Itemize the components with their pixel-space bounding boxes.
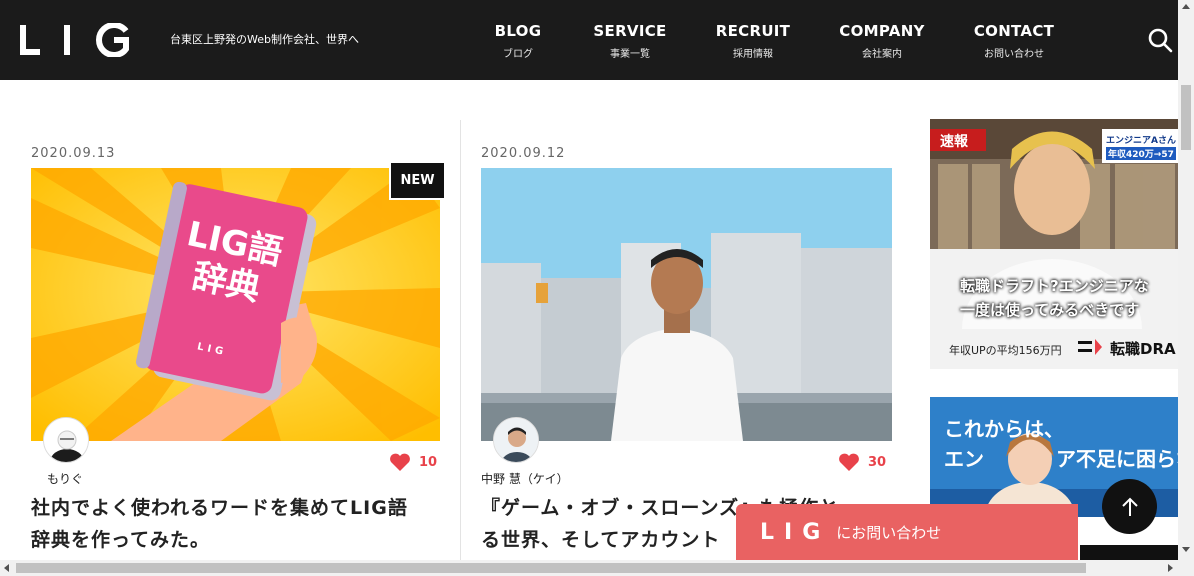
photo-man-rooftop <box>481 168 892 441</box>
ad-footer-right: 転職DRA <box>1110 340 1176 358</box>
scrollbar-thumb[interactable] <box>1181 85 1191 150</box>
scroll-left-arrow-icon[interactable] <box>4 564 9 572</box>
vertical-scrollbar[interactable] <box>1178 0 1194 576</box>
ad-headline-line: ア不足に困らな <box>1056 447 1178 471</box>
article-title-line: 社内でよく使われるワードを集めてLIG語 <box>31 497 408 519</box>
article-title[interactable]: 社内でよく使われるワードを集めてLIG語 辞典を作ってみた。 <box>31 492 441 556</box>
ad-headline-line: これからは、 <box>944 417 1064 441</box>
like-count: 10 <box>419 455 438 470</box>
back-to-top-button[interactable] <box>1102 479 1157 534</box>
arrow-up-icon <box>1121 497 1138 516</box>
ad-overlay-line: 転職ドラフト?エンジニアな <box>960 277 1149 295</box>
nav-label-en: BLOG <box>494 22 542 40</box>
article-date: 2020.09.13 <box>31 146 116 161</box>
like-counter[interactable]: 30 <box>838 453 886 472</box>
author-avatar[interactable] <box>493 417 539 463</box>
dark-strip <box>1080 545 1178 560</box>
nav-label-en: CONTACT <box>973 22 1055 40</box>
scroll-down-arrow-icon[interactable] <box>1182 547 1190 552</box>
nav-label-jp: 採用情報 <box>733 49 773 60</box>
nav-label-jp: お問い合わせ <box>984 49 1044 60</box>
nav-label-jp: ブログ <box>503 49 533 60</box>
new-badge: NEW <box>389 161 446 200</box>
article-title-line: 辞典を作ってみた。 <box>31 529 211 551</box>
contact-logo: LIG <box>760 519 831 545</box>
book-illustration: LIG語 辞典 LIG <box>31 168 440 441</box>
nav-item-service[interactable]: SERVICE 事業一覧 <box>593 22 667 60</box>
scroll-up-arrow-icon[interactable] <box>1182 4 1190 9</box>
ad-caption-top: エンジニアAさん <box>1106 136 1176 146</box>
like-count: 30 <box>868 455 887 470</box>
heart-icon <box>839 453 859 471</box>
nav-item-contact[interactable]: CONTACT お問い合わせ <box>973 22 1055 60</box>
like-counter[interactable]: 10 <box>389 453 437 472</box>
nav-label-en: COMPANY <box>839 22 925 40</box>
nav-item-company[interactable]: COMPANY 会社案内 <box>838 22 926 60</box>
page: 台東区上野発のWeb制作会社、世界へ BLOG ブログ SERVICE 事業一覧… <box>0 0 1194 576</box>
floating-contact-button[interactable]: LIG にお問い合わせ <box>736 504 1078 560</box>
scroll-right-arrow-icon[interactable] <box>1168 564 1173 572</box>
ad-badge: 速報 <box>940 134 968 150</box>
article-thumbnail[interactable] <box>481 168 892 441</box>
nav-label-jp: 会社案内 <box>862 49 902 60</box>
article-date: 2020.09.12 <box>481 146 566 161</box>
site-logo[interactable] <box>20 20 130 60</box>
sidebar-ad-tenshoku-draft[interactable]: 速報 エンジニアAさん 年収420万→57 転職ドラフト?エンジニアな 一度は使… <box>930 119 1178 369</box>
nav-label-en: SERVICE <box>593 22 667 40</box>
article-thumbnail[interactable]: LIG語 辞典 LIG <box>31 168 440 441</box>
ad-caption-salary: 年収420万→57 <box>1106 147 1176 160</box>
nav-label-en: RECRUIT <box>715 22 791 40</box>
column-divider <box>460 120 461 560</box>
author-name[interactable]: もりぐ <box>47 470 83 487</box>
global-nav: BLOG ブログ SERVICE 事業一覧 RECRUIT 採用情報 COMPA… <box>494 22 1055 60</box>
contact-label: にお問い合わせ <box>836 523 942 542</box>
lig-logo-icon <box>20 23 129 57</box>
site-tagline: 台東区上野発のWeb制作会社、世界へ <box>170 33 359 46</box>
nav-item-blog[interactable]: BLOG ブログ <box>494 22 542 60</box>
scrollbar-thumb[interactable] <box>16 563 1086 573</box>
site-header: 台東区上野発のWeb制作会社、世界へ BLOG ブログ SERVICE 事業一覧… <box>0 0 1178 80</box>
ad-headline-line: エン <box>944 447 984 471</box>
author-name[interactable]: 中野 慧（ケイ） <box>481 470 569 487</box>
ad-footer-left: 年収UPの平均156万円 <box>949 344 1062 357</box>
nav-item-recruit[interactable]: RECRUIT 採用情報 <box>715 22 791 60</box>
ad-overlay-line: 一度は使ってみるべきです <box>960 301 1140 319</box>
horizontal-scrollbar[interactable] <box>0 560 1178 576</box>
author-avatar[interactable] <box>43 417 89 463</box>
search-icon[interactable] <box>1147 27 1173 53</box>
heart-icon <box>390 453 410 471</box>
nav-label-jp: 事業一覧 <box>610 49 650 60</box>
